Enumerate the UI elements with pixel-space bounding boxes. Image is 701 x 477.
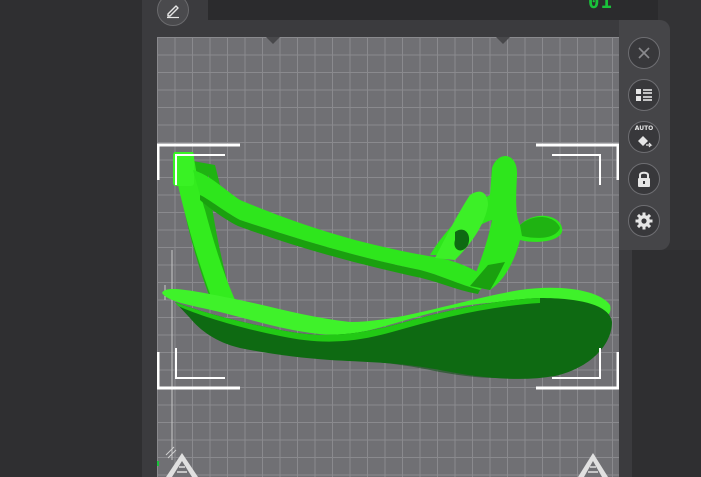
lock-icon <box>638 171 650 187</box>
lock-button[interactable] <box>628 163 660 195</box>
right-warning-marker <box>578 453 608 477</box>
close-button[interactable] <box>628 37 660 69</box>
build-plate-viewport[interactable] <box>157 37 619 477</box>
right-toolbar: AUTO <box>619 20 670 250</box>
layout-list-button[interactable] <box>628 79 660 111</box>
3d-model[interactable] <box>162 152 612 379</box>
left-panel <box>0 0 142 477</box>
auto-orient-button[interactable]: AUTO <box>628 121 660 153</box>
close-icon <box>638 47 650 59</box>
auto-label: AUTO <box>634 125 654 132</box>
auto-orient-icon <box>638 136 653 148</box>
settings-button[interactable] <box>628 205 660 237</box>
plate-marker-left <box>266 37 280 44</box>
pencil-icon <box>167 5 179 19</box>
scene-canvas <box>157 37 619 477</box>
plate-counter: 01 <box>588 0 613 13</box>
list-icon <box>636 89 652 101</box>
left-warning-marker <box>166 453 198 477</box>
gear-icon <box>635 212 653 230</box>
plate-marker-right <box>496 37 510 44</box>
right-background <box>632 250 701 477</box>
